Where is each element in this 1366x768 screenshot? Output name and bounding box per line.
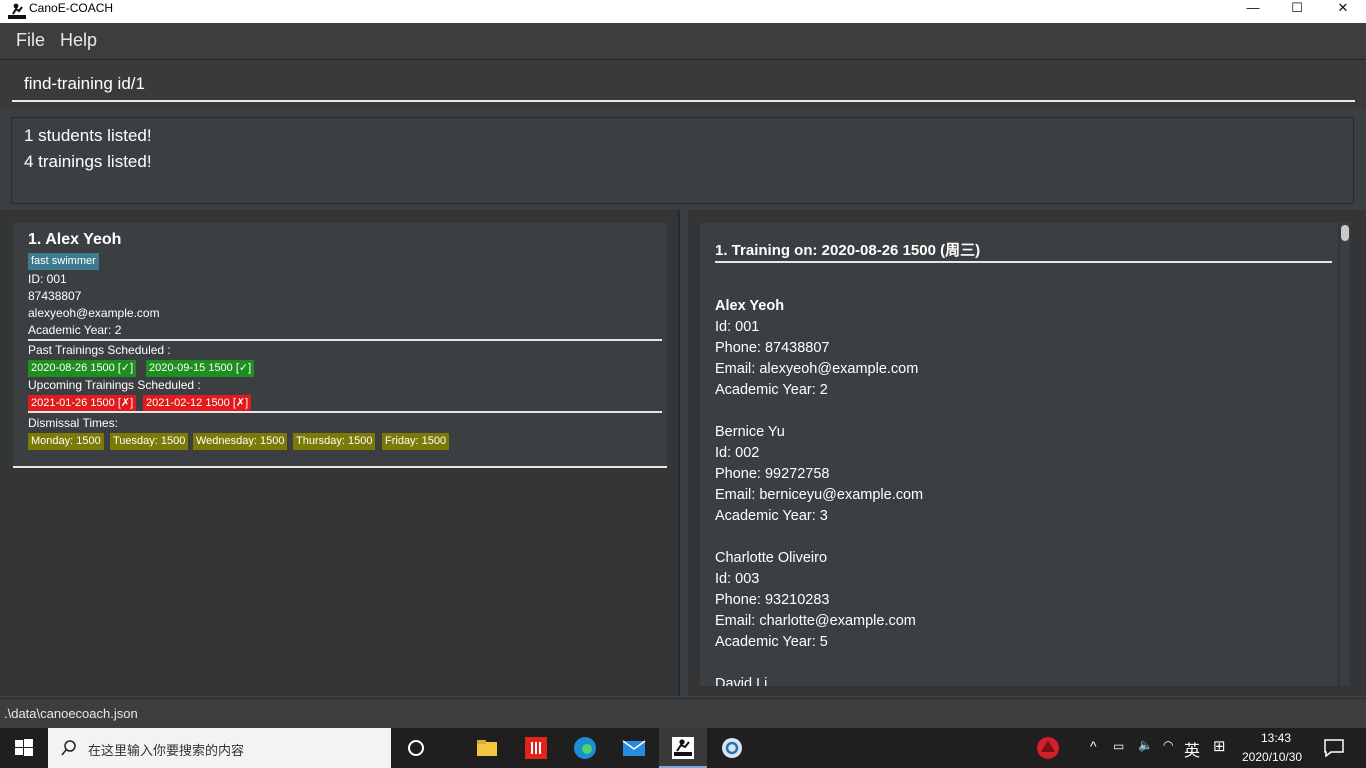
- attendee-academic-year: Academic Year: 2: [715, 382, 828, 398]
- upcoming-training-badge: 2021-02-12 1500 [✗]: [143, 395, 252, 412]
- result-line-students: 1 students listed!: [24, 126, 152, 145]
- minimize-button[interactable]: —: [1230, 0, 1276, 23]
- data-file-path: .\data\canoecoach.json: [4, 706, 138, 721]
- windows-taskbar: 在这里输入你要搜索的内容 ^ ▭ 🔈 ◠ 英 ⊞ 13:43 2020/10/3…: [0, 728, 1366, 768]
- dismissal-badge: Monday: 1500: [28, 433, 104, 450]
- menu-help[interactable]: Help: [60, 30, 97, 51]
- attendee-email: Email: charlotte@example.com: [715, 613, 916, 629]
- divider: [715, 261, 1332, 263]
- clock-time[interactable]: 13:43: [1261, 731, 1291, 745]
- dismissal-badge: Thursday: 1500: [293, 433, 376, 450]
- attendee-id: Id: 003: [715, 571, 760, 587]
- ime-mode-icon[interactable]: ⊞: [1213, 737, 1226, 755]
- mail-icon[interactable]: [622, 736, 646, 760]
- status-bar: .\data\canoecoach.json: [0, 698, 1366, 729]
- attendee-academic-year: Academic Year: 5: [715, 634, 828, 650]
- attendee-name: Alex Yeoh: [715, 298, 785, 314]
- windows-start-icon[interactable]: [12, 736, 36, 760]
- attendee-email: Email: alexyeoh@example.com: [715, 361, 919, 377]
- training-card[interactable]: 1. Training on: 2020-08-26 1500 (周三) Ale…: [700, 223, 1338, 686]
- attendee-name: Bernice Yu: [715, 424, 785, 440]
- student-tag: fast swimmer: [28, 253, 99, 270]
- past-training-badge: 2020-09-15 1500 [✓]: [146, 360, 255, 377]
- training-list-panel: 1. Training on: 2020-08-26 1500 (周三) Ale…: [688, 210, 1366, 696]
- edge-browser-icon[interactable]: [573, 736, 597, 760]
- notification-icon[interactable]: [1322, 736, 1346, 760]
- command-box: [0, 60, 1366, 110]
- student-id: ID: 001: [28, 272, 67, 286]
- result-line-trainings: 4 trainings listed!: [24, 152, 152, 171]
- upcoming-trainings-label: Upcoming Trainings Scheduled :: [28, 378, 201, 392]
- file-explorer-icon[interactable]: [475, 736, 499, 760]
- upcoming-training-badge: 2021-01-26 1500 [✗]: [28, 395, 137, 412]
- taskbar-search[interactable]: 在这里输入你要搜索的内容: [48, 728, 391, 768]
- clock-date[interactable]: 2020/10/30: [1242, 750, 1302, 764]
- attendee-phone: Phone: 99272758: [715, 466, 830, 482]
- tray-expand-icon[interactable]: ^: [1090, 738, 1097, 754]
- student-card[interactable]: 1. Alex Yeoh fast swimmer ID: 001 874388…: [13, 223, 667, 468]
- maximize-button[interactable]: ☐: [1274, 0, 1320, 23]
- attendee-phone: Phone: 93210283: [715, 592, 830, 608]
- training-title: 1. Training on: 2020-08-26 1500 (周三): [715, 242, 981, 259]
- student-email: alexyeoh@example.com: [28, 306, 160, 320]
- divider: [28, 411, 662, 413]
- scrollbar-thumb[interactable]: [1341, 225, 1349, 241]
- student-name: 1. Alex Yeoh: [28, 231, 122, 248]
- search-icon: [61, 740, 76, 756]
- canoe-app-icon: [672, 737, 694, 759]
- window-titlebar: CanoE-COACH — ☐ ✕: [0, 0, 1366, 23]
- wifi-icon[interactable]: ◠: [1163, 738, 1173, 752]
- dismissal-times-label: Dismissal Times:: [28, 416, 119, 430]
- window-title: CanoE-COACH: [29, 1, 114, 15]
- ime-language-indicator[interactable]: 英: [1184, 737, 1200, 761]
- attendee-phone: Phone: 87438807: [715, 340, 830, 356]
- attendee-id: Id: 002: [715, 445, 760, 461]
- attendee-academic-year: Academic Year: 3: [715, 508, 828, 524]
- dismissal-badge: Wednesday: 1500: [193, 433, 288, 450]
- network-icon[interactable]: ▭: [1113, 739, 1124, 753]
- dismissal-badge: Friday: 1500: [382, 433, 450, 450]
- student-list-panel: 1. Alex Yeoh fast swimmer ID: 001 874388…: [0, 210, 680, 696]
- search-placeholder: 在这里输入你要搜索的内容: [88, 743, 245, 758]
- attendee-name: Charlotte Oliveiro: [715, 550, 828, 566]
- canoe-app-icon: [8, 3, 26, 19]
- command-input[interactable]: [12, 68, 1355, 102]
- student-academic-year: Academic Year: 2: [28, 323, 122, 337]
- menu-bar: File Help: [0, 23, 1366, 60]
- taskbar-canoecoach-active[interactable]: [659, 728, 707, 768]
- dismissal-badge: Tuesday: 1500: [110, 433, 189, 450]
- attendee-email: Email: berniceyu@example.com: [715, 487, 924, 503]
- attendee-name: David Li: [715, 676, 768, 686]
- tray-app-icon[interactable]: [1036, 736, 1060, 760]
- attendee-id: Id: 001: [715, 319, 760, 335]
- app-red-icon[interactable]: [524, 736, 548, 760]
- student-phone: 87438807: [28, 289, 82, 303]
- past-trainings-label: Past Trainings Scheduled :: [28, 343, 171, 357]
- past-training-badge: 2020-08-26 1500 [✓]: [28, 360, 137, 377]
- training-scrollbar[interactable]: [1340, 223, 1350, 686]
- result-display: 1 students listed! 4 trainings listed!: [11, 117, 1354, 204]
- menu-file[interactable]: File: [16, 30, 45, 51]
- close-button[interactable]: ✕: [1320, 0, 1366, 23]
- cortana-icon[interactable]: [404, 736, 428, 760]
- volume-icon[interactable]: 🔈: [1138, 738, 1153, 752]
- search-app-icon[interactable]: [720, 736, 744, 760]
- divider: [28, 339, 662, 341]
